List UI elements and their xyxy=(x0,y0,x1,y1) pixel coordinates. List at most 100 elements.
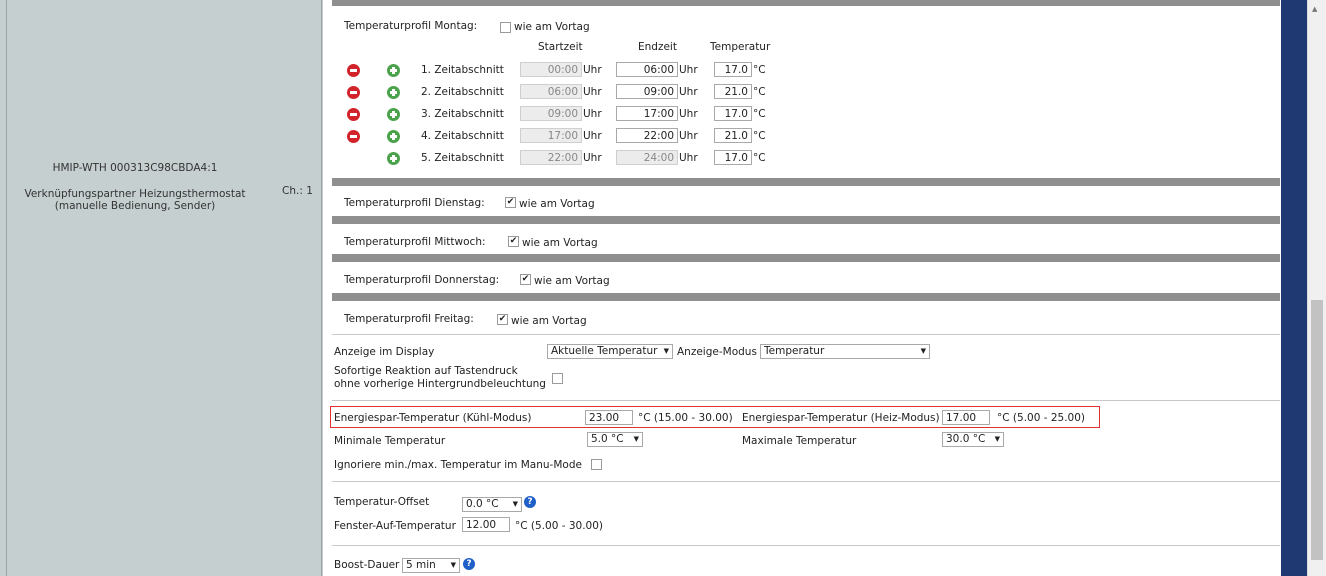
divider xyxy=(332,545,1280,546)
time-unit: Uhr xyxy=(679,130,698,142)
min-temp-select[interactable]: 5.0 °C ▼ xyxy=(587,432,643,447)
device-description-sub: (manuelle Bedienung, Sender) xyxy=(54,200,216,212)
chevron-down-icon: ▼ xyxy=(450,561,456,569)
device-column xyxy=(0,0,266,576)
energy-cool-range: °C (15.00 - 30.00) xyxy=(638,412,733,424)
temp-unit: °C xyxy=(753,152,766,164)
instant-reaction-label-2: ohne vorherige Hintergrundbeleuchtung xyxy=(334,378,546,390)
wednesday-title: Temperaturprofil Mittwoch: xyxy=(344,236,486,248)
boost-label: Boost-Dauer xyxy=(334,559,400,571)
help-icon[interactable]: ? xyxy=(524,496,536,508)
instant-reaction-checkbox[interactable] xyxy=(552,373,563,384)
nav-gutter xyxy=(1281,0,1307,576)
add-period-icon[interactable] xyxy=(387,108,400,121)
section-divider xyxy=(332,293,1280,301)
time-unit: Uhr xyxy=(583,152,602,164)
chevron-down-icon: ▼ xyxy=(920,347,926,355)
thursday-same-checkbox[interactable]: ✔ xyxy=(520,274,531,285)
period-start-field: 06:00 xyxy=(520,84,582,99)
window-temp-input[interactable]: 12.00 xyxy=(462,517,510,532)
device-name: HMIP-WTH 000313C98CBDA4:1 xyxy=(52,162,218,174)
boost-value: 5 min xyxy=(406,559,436,571)
instant-reaction-label: Sofortige Reaktion auf Tastendruck xyxy=(334,365,518,377)
energy-heat-range: °C (5.00 - 25.00) xyxy=(997,412,1086,424)
period-temp-field[interactable]: 17.0 xyxy=(714,62,752,77)
time-unit: Uhr xyxy=(679,86,698,98)
boost-select[interactable]: 5 min ▼ xyxy=(402,558,460,573)
scrollbar[interactable]: ▲ xyxy=(1307,0,1326,576)
display-mode-label: Anzeige-Modus xyxy=(677,346,757,358)
min-temp-value: 5.0 °C xyxy=(591,433,624,445)
scrollbar-thumb[interactable] xyxy=(1311,300,1323,560)
friday-same-label: wie am Vortag xyxy=(511,315,587,327)
period-start-field: 09:00 xyxy=(520,106,582,121)
period-temp-field[interactable]: 21.0 xyxy=(714,84,752,99)
thursday-same-label: wie am Vortag xyxy=(534,275,610,287)
thursday-title: Temperaturprofil Donnerstag: xyxy=(344,274,500,286)
add-period-icon[interactable] xyxy=(387,130,400,143)
window-temp-label: Fenster-Auf-Temperatur xyxy=(334,520,456,532)
energy-cool-input[interactable]: 23.00 xyxy=(585,410,633,425)
display-select[interactable]: Aktuelle Temperatur ▼ xyxy=(547,344,673,359)
column-divider xyxy=(6,0,7,576)
max-temp-value: 30.0 °C xyxy=(946,433,986,445)
wednesday-same-checkbox[interactable]: ✔ xyxy=(508,236,519,247)
add-period-icon[interactable] xyxy=(387,86,400,99)
period-temp-field[interactable]: 17.0 xyxy=(714,106,752,121)
time-unit: Uhr xyxy=(679,152,698,164)
period-temp-field[interactable]: 21.0 xyxy=(714,128,752,143)
remove-period-icon[interactable] xyxy=(347,64,360,77)
remove-period-icon[interactable] xyxy=(347,86,360,99)
period-temp-field[interactable]: 17.0 xyxy=(714,150,752,165)
time-unit: Uhr xyxy=(583,130,602,142)
add-period-icon[interactable] xyxy=(387,152,400,165)
period-label: 5. Zeitabschnitt xyxy=(421,152,504,164)
ignore-limits-checkbox[interactable] xyxy=(591,459,602,470)
time-unit: Uhr xyxy=(583,86,602,98)
energy-heat-input[interactable]: 17.00 xyxy=(942,410,990,425)
display-mode-value: Temperatur xyxy=(764,345,825,357)
divider xyxy=(332,334,1280,335)
remove-period-icon[interactable] xyxy=(347,108,360,121)
monday-same-checkbox[interactable] xyxy=(500,22,511,33)
offset-select[interactable]: 0.0 °C ▼ xyxy=(462,497,522,512)
max-temp-label: Maximale Temperatur xyxy=(742,435,857,447)
period-end-field[interactable]: 22:00 xyxy=(616,128,678,143)
section-divider xyxy=(332,254,1280,262)
display-mode-select[interactable]: Temperatur ▼ xyxy=(760,344,930,359)
channel-column xyxy=(265,0,322,576)
scroll-up-icon[interactable]: ▲ xyxy=(1312,5,1317,13)
remove-period-icon[interactable] xyxy=(347,130,360,143)
header-start: Startzeit xyxy=(538,41,583,53)
period-label: 3. Zeitabschnitt xyxy=(421,108,504,120)
display-label: Anzeige im Display xyxy=(334,346,435,358)
section-divider-top xyxy=(332,0,1280,6)
help-icon[interactable]: ? xyxy=(463,558,475,570)
section-divider xyxy=(332,216,1280,224)
tuesday-same-label: wie am Vortag xyxy=(519,198,595,210)
max-temp-select[interactable]: 30.0 °C ▼ xyxy=(942,432,1004,447)
offset-value: 0.0 °C xyxy=(466,498,499,510)
offset-label: Temperatur-Offset xyxy=(334,496,430,508)
temp-unit: °C xyxy=(753,86,766,98)
period-start-field: 22:00 xyxy=(520,150,582,165)
divider xyxy=(332,481,1280,482)
display-select-value: Aktuelle Temperatur xyxy=(551,345,658,357)
add-period-icon[interactable] xyxy=(387,64,400,77)
period-label: 4. Zeitabschnitt xyxy=(421,130,504,142)
time-unit: Uhr xyxy=(679,64,698,76)
period-label: 2. Zeitabschnitt xyxy=(421,86,504,98)
tuesday-same-checkbox[interactable]: ✔ xyxy=(505,197,516,208)
device-description: Verknüpfungspartner Heizungsthermostat xyxy=(24,188,246,200)
header-end: Endzeit xyxy=(638,41,677,53)
period-end-field[interactable]: 09:00 xyxy=(616,84,678,99)
period-end-field[interactable]: 17:00 xyxy=(616,106,678,121)
device-info: HMIP-WTH 000313C98CBDA4:1 Verknüpfungspa… xyxy=(10,162,260,212)
monday-same-label: wie am Vortag xyxy=(514,21,590,33)
period-end-field: 24:00 xyxy=(616,150,678,165)
period-end-field[interactable]: 06:00 xyxy=(616,62,678,77)
time-unit: Uhr xyxy=(583,108,602,120)
monday-title: Temperaturprofil Montag: xyxy=(344,20,478,32)
header-temp: Temperatur xyxy=(710,41,771,53)
friday-same-checkbox[interactable]: ✔ xyxy=(497,314,508,325)
